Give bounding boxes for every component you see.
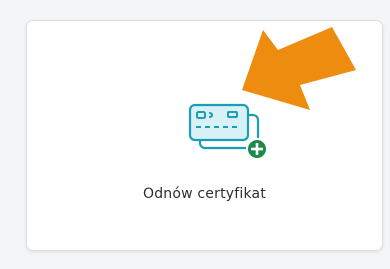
page: Odnów certyfikat xyxy=(0,0,390,269)
orange-arrow-icon xyxy=(240,25,370,120)
card-label: Odnów certyfikat xyxy=(142,186,267,202)
